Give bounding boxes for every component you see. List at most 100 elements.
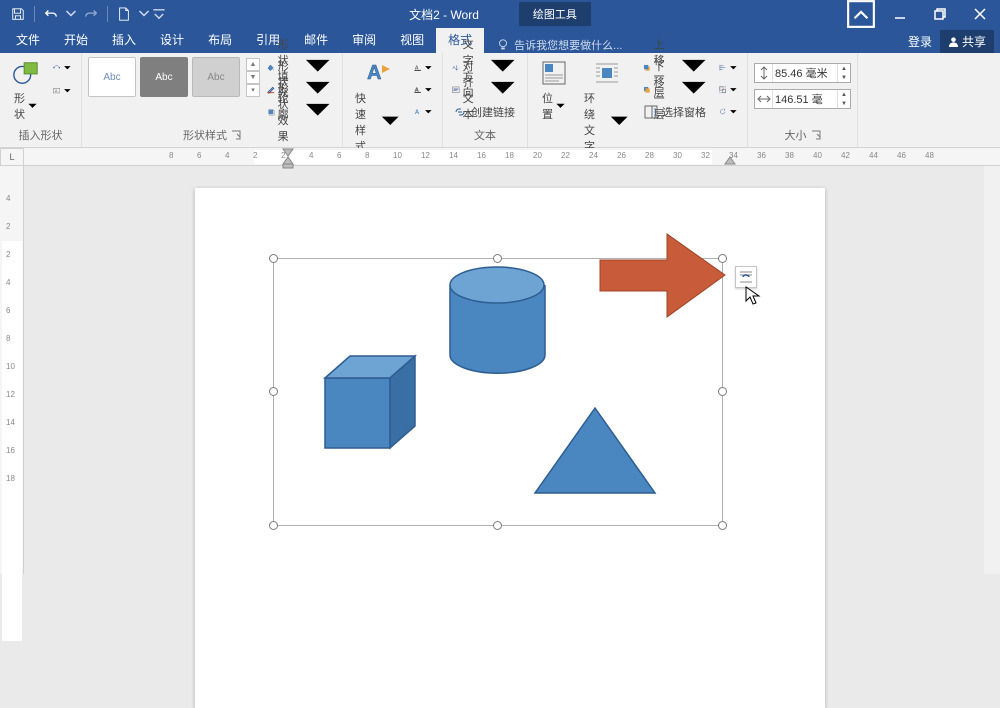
group-shape-styles: Abc Abc Abc ▲▼▾ 形状填充 形状轮廓 形状效果 形状样式 — [82, 53, 343, 147]
group-insert-shapes: 形状 A 插入形状 — [0, 53, 82, 147]
text-fill-button[interactable]: A — [411, 57, 436, 79]
handle-w[interactable] — [269, 387, 278, 396]
text-direction-icon: A — [452, 60, 460, 76]
height-down[interactable]: ▼ — [838, 73, 850, 82]
align-button[interactable] — [716, 57, 741, 79]
tab-insert[interactable]: 插入 — [100, 27, 148, 53]
redo-button[interactable] — [79, 2, 103, 26]
login-button[interactable]: 登录 — [900, 30, 940, 53]
edit-shape-button[interactable] — [50, 57, 75, 79]
handle-n[interactable] — [493, 254, 502, 263]
quick-access-toolbar — [0, 2, 166, 26]
handle-se[interactable] — [718, 521, 727, 530]
group-objects-button[interactable] — [716, 79, 741, 101]
tab-review[interactable]: 审阅 — [340, 27, 388, 53]
tab-home[interactable]: 开始 — [52, 27, 100, 53]
create-link-label: 创建链接 — [471, 104, 515, 120]
close-button[interactable] — [960, 0, 1000, 28]
layout-options-button[interactable] — [735, 266, 757, 288]
tab-layout[interactable]: 布局 — [196, 27, 244, 53]
tab-file[interactable]: 文件 — [4, 27, 52, 53]
shape-cylinder[interactable] — [440, 263, 555, 378]
handle-s[interactable] — [493, 521, 502, 530]
undo-dropdown[interactable] — [65, 2, 77, 26]
text-box-button[interactable]: A — [50, 80, 75, 102]
vertical-scrollbar[interactable] — [984, 166, 1000, 574]
person-icon — [948, 36, 959, 47]
save-button[interactable] — [6, 2, 30, 26]
send-backward-button[interactable]: 下移一层 — [640, 79, 712, 101]
restore-button[interactable] — [920, 0, 960, 28]
textbox-icon: A — [53, 83, 60, 99]
shapes-gallery-button[interactable]: 形状 — [6, 57, 46, 124]
tab-view[interactable]: 视图 — [388, 27, 436, 53]
ruler-corner[interactable]: L — [0, 148, 24, 166]
height-input[interactable]: 85.46 毫米 ▲▼ — [754, 63, 851, 83]
group-label-insert-shapes: 插入形状 — [19, 127, 63, 143]
align-text-button[interactable]: 对齐文本 — [449, 79, 521, 101]
text-fill-icon: A — [414, 60, 421, 76]
backward-icon — [643, 82, 651, 98]
effects-label: 形状效果 — [278, 80, 299, 144]
handle-sw[interactable] — [269, 521, 278, 530]
selection-pane-button[interactable]: 选择窗格 — [640, 101, 712, 123]
rotate-button[interactable] — [716, 101, 741, 123]
group-text: A文字方向 对齐文本 创建链接 文本 — [443, 53, 528, 147]
shape-arrow[interactable] — [595, 228, 730, 323]
contextual-tab-label: 绘图工具 — [519, 2, 591, 26]
style-gallery-more[interactable]: ▲▼▾ — [246, 58, 260, 97]
tell-me-search[interactable]: 告诉我您想要做什么... — [496, 37, 622, 53]
tab-design[interactable]: 设计 — [148, 27, 196, 53]
height-value[interactable]: 85.46 毫米 — [773, 65, 837, 81]
width-up[interactable]: ▲ — [838, 90, 850, 99]
group-label-shape-styles: 形状样式 — [183, 127, 227, 143]
shape-triangle[interactable] — [530, 403, 660, 498]
layout-options-icon — [738, 269, 754, 285]
horizontal-ruler[interactable]: 8642246810121416182022242628303234363840… — [24, 148, 1000, 166]
style-preset-2[interactable]: Abc — [140, 57, 188, 97]
undo-button[interactable] — [39, 2, 63, 26]
new-doc-dropdown[interactable] — [138, 2, 150, 26]
create-link-button[interactable]: 创建链接 — [449, 101, 521, 123]
group-label-text: 文本 — [474, 127, 496, 143]
position-button[interactable]: 位置 — [534, 57, 574, 124]
minimize-button[interactable] — [880, 0, 920, 28]
style-preset-1[interactable]: Abc — [88, 57, 136, 97]
size-launcher[interactable] — [811, 130, 821, 140]
wrap-icon — [593, 59, 621, 87]
width-input[interactable]: 146.51 毫 ▲▼ — [754, 89, 851, 109]
fill-icon — [267, 60, 275, 76]
text-effects-button[interactable]: A — [411, 101, 436, 123]
shape-cube[interactable] — [320, 348, 430, 458]
shapes-icon — [12, 59, 40, 87]
link-icon — [452, 104, 468, 120]
style-preset-3[interactable]: Abc — [192, 57, 240, 97]
ribbon-tabs: 文件 开始 插入 设计 布局 引用 邮件 审阅 视图 格式 告诉我您想要做什么.… — [0, 28, 1000, 53]
ribbon-display-options[interactable] — [846, 0, 876, 28]
qat-customize[interactable] — [152, 2, 166, 26]
position-icon — [540, 59, 568, 87]
document-area: L 86422468101214161820222426283032343638… — [0, 148, 1000, 574]
group-arrange: 位置 环绕文字 上移一层 下移一层 选择窗格 排列 — [528, 53, 748, 147]
shape-effects-button[interactable]: 形状效果 — [264, 101, 336, 123]
outline-icon — [267, 82, 275, 98]
handle-e[interactable] — [718, 387, 727, 396]
page[interactable] — [195, 188, 825, 708]
wrap-text-button[interactable]: 环绕文字 — [578, 57, 636, 156]
shape-styles-launcher[interactable] — [231, 130, 241, 140]
document-title: 文档2 - Word — [409, 6, 479, 23]
vertical-ruler[interactable]: 4224681012141618 — [0, 166, 24, 574]
pane-label: 选择窗格 — [662, 104, 706, 120]
width-down[interactable]: ▼ — [838, 99, 850, 108]
tab-mailings[interactable]: 邮件 — [292, 27, 340, 53]
quick-styles-button[interactable]: A 快速样式 — [349, 57, 407, 156]
height-up[interactable]: ▲ — [838, 64, 850, 73]
new-doc-button[interactable] — [112, 2, 136, 26]
text-effects-icon: A — [414, 104, 421, 120]
width-value[interactable]: 146.51 毫 — [773, 91, 837, 107]
edit-shape-icon — [53, 60, 60, 76]
handle-nw[interactable] — [269, 254, 278, 263]
text-outline-button[interactable]: A — [411, 79, 436, 101]
lightbulb-icon — [496, 38, 510, 52]
share-button[interactable]: 共享 — [940, 30, 994, 53]
